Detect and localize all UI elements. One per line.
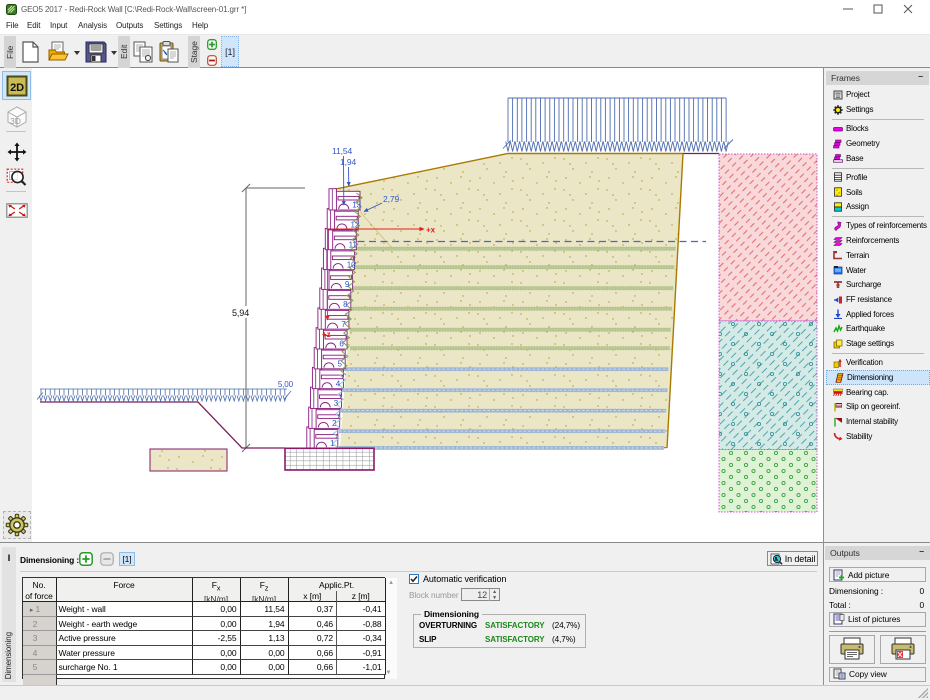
svg-text:2,79: 2,79 xyxy=(383,194,400,204)
svg-text:2: 2 xyxy=(332,419,337,428)
svg-text:8: 8 xyxy=(343,300,348,309)
svg-text:3: 3 xyxy=(334,399,339,408)
svg-text:9: 9 xyxy=(345,280,350,289)
svg-text:7: 7 xyxy=(341,320,346,329)
svg-text:12: 12 xyxy=(351,221,360,230)
svg-text:13: 13 xyxy=(352,201,361,210)
svg-text:1: 1 xyxy=(330,439,335,448)
svg-text:6: 6 xyxy=(339,340,344,349)
svg-text:5,94: 5,94 xyxy=(232,308,249,318)
svg-text:11,54: 11,54 xyxy=(332,146,353,156)
svg-text:2D: 2D xyxy=(10,82,24,94)
svg-text:5,00: 5,00 xyxy=(278,380,294,389)
svg-text:+x: +x xyxy=(426,226,436,235)
svg-text:5: 5 xyxy=(338,360,343,369)
svg-text:4: 4 xyxy=(336,379,341,388)
svg-text:3D: 3D xyxy=(10,116,21,126)
svg-text:1,94: 1,94 xyxy=(340,157,357,167)
svg-text:+z: +z xyxy=(322,330,331,339)
svg-text:10: 10 xyxy=(347,260,356,269)
svg-text:11: 11 xyxy=(349,240,358,249)
